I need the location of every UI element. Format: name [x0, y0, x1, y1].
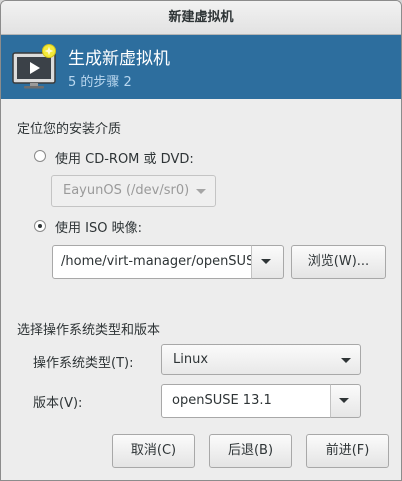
- iso-option[interactable]: 使用 ISO 映像:: [34, 217, 234, 236]
- cdrom-device-dropdown: EayunOS (/dev/sr0): [51, 175, 216, 207]
- cdrom-radio[interactable]: [34, 150, 46, 162]
- chevron-down-icon: [261, 259, 271, 264]
- chevron-down-icon: [196, 189, 206, 194]
- os-type-label: 操作系统类型(T):: [33, 356, 134, 371]
- os-type-value: Linux: [173, 352, 209, 367]
- version-label: 版本(V):: [33, 396, 83, 411]
- forward-button[interactable]: 前进(F): [306, 434, 389, 468]
- os-heading: 选择操作系统类型和版本: [17, 323, 161, 338]
- iso-path-input[interactable]: /home/virt-manager/openSUSE-13.1-DVD-x86…: [52, 245, 252, 279]
- cdrom-radio-label[interactable]: 使用 CD-ROM 或 DVD:: [55, 148, 194, 167]
- cancel-button[interactable]: 取消(C): [112, 434, 195, 468]
- iso-radio[interactable]: [34, 220, 46, 232]
- wizard-banner: 生成新虚拟机 5 的步骤 2: [1, 35, 401, 99]
- version-input[interactable]: openSUSE 13.1: [161, 384, 331, 418]
- version-dropdown-button[interactable]: [330, 384, 361, 418]
- new-vm-dialog: 新建虚拟机 生成新虚拟机 5 的步骤 2 定位您的安装介质 使用 CD-ROM …: [0, 0, 402, 481]
- wizard-step-indicator: 5 的步骤 2: [68, 75, 132, 90]
- cdrom-device-value: EayunOS (/dev/sr0): [63, 183, 190, 198]
- window-title: 新建虚拟机: [1, 1, 401, 35]
- install-media-heading: 定位您的安装介质: [17, 122, 122, 137]
- wizard-title: 生成新虚拟机: [68, 49, 170, 69]
- iso-radio-label[interactable]: 使用 ISO 映像:: [55, 217, 142, 236]
- browse-button[interactable]: 浏览(W)...: [291, 245, 386, 279]
- chevron-down-icon: [341, 358, 351, 363]
- os-type-dropdown[interactable]: Linux: [161, 344, 361, 375]
- cdrom-option[interactable]: 使用 CD-ROM 或 DVD:: [34, 148, 234, 167]
- back-button[interactable]: 后退(B): [209, 434, 292, 468]
- virtual-machine-monitor-icon: [12, 44, 56, 89]
- iso-history-dropdown-button[interactable]: [251, 245, 284, 279]
- chevron-down-icon: [339, 398, 349, 403]
